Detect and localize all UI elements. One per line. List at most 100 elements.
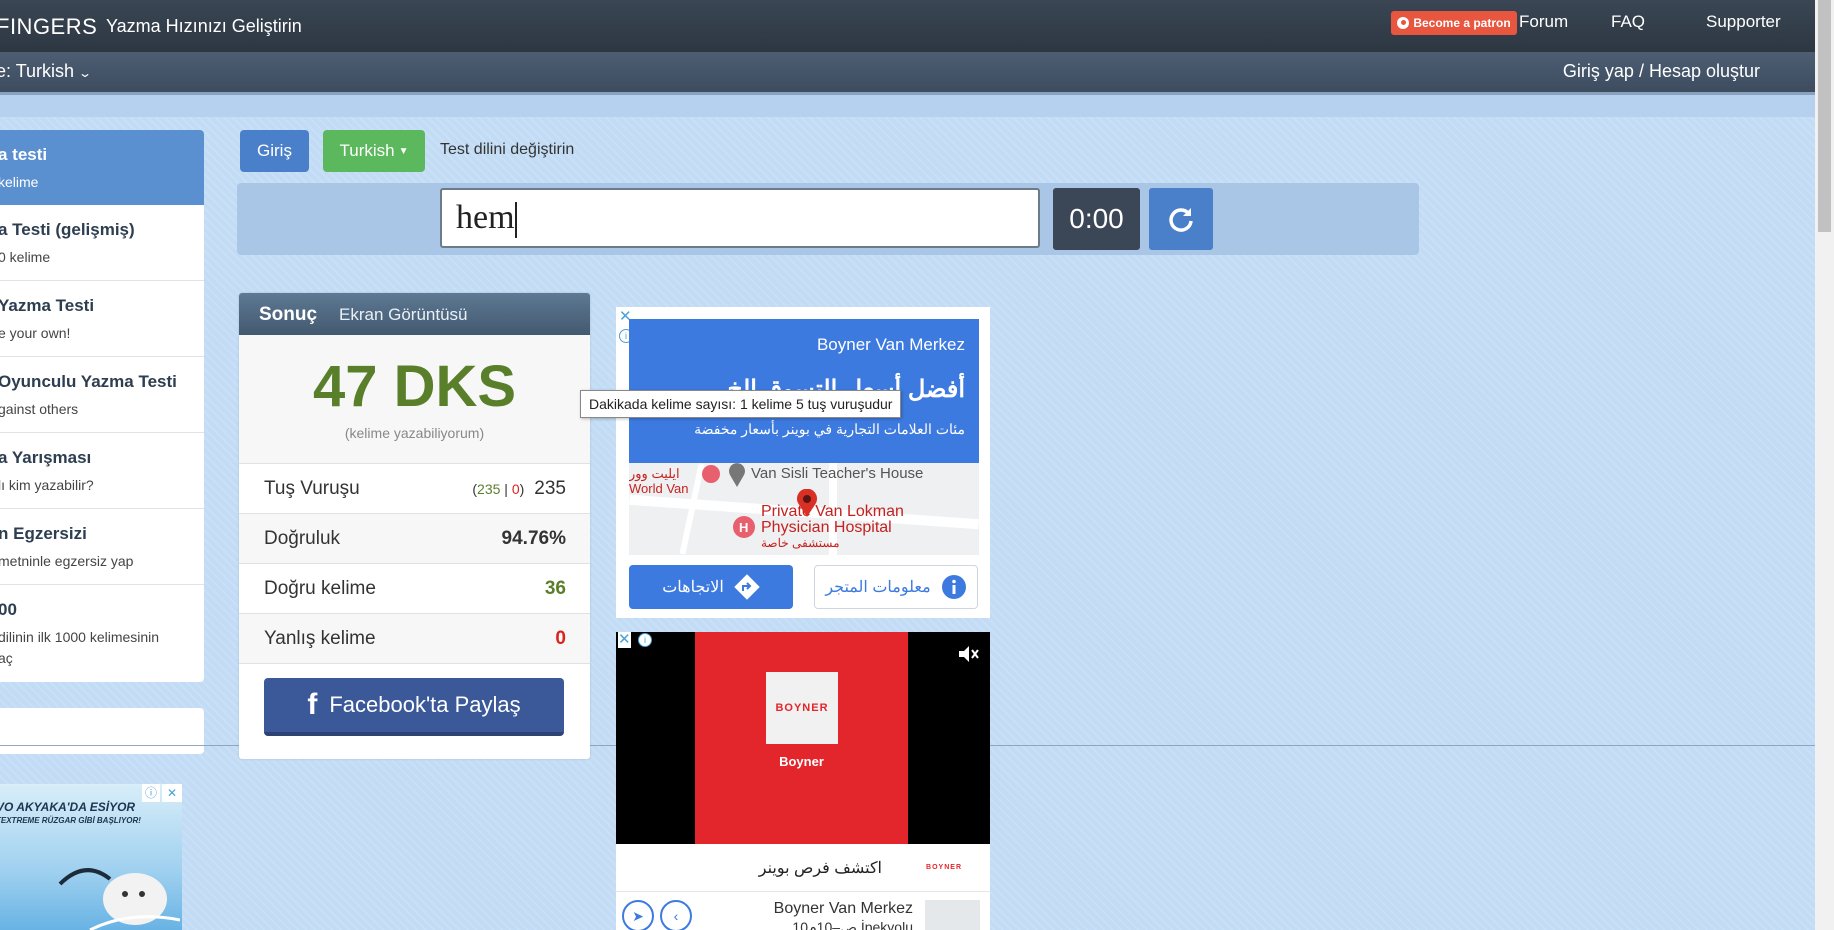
accuracy-row: Doğruluk 94.76% [239, 514, 590, 564]
tab-result[interactable]: Sonuç [259, 304, 317, 326]
wrong-words-label: Yanlış kelime [264, 628, 376, 649]
restart-button[interactable] [1149, 188, 1213, 250]
wrong-words-value: 0 [555, 628, 566, 649]
back-round-button[interactable]: ‹ [660, 900, 692, 930]
map-marker-icon [797, 489, 817, 517]
sidebar-item-title: a testi [0, 145, 48, 164]
nav-faq[interactable]: FAQ [1611, 12, 1645, 32]
typing-input[interactable]: hem [440, 188, 1040, 248]
site-logo[interactable]: FINGERS [0, 14, 97, 40]
site-tagline: Yazma Hızınızı Geliştirin [106, 16, 302, 36]
left-ad-headline: VO AKYAKA'DA ESİYOR [0, 800, 136, 814]
ad-info-icon[interactable]: ⓘ [142, 784, 160, 802]
test-language-button[interactable]: Turkish ▼ [323, 130, 425, 172]
accuracy-value: 94.76% [501, 528, 566, 549]
video-ad[interactable]: BOYNER Boyner ✕ i اكتشف فرص بوينر BOYNER… [616, 632, 990, 930]
store-map-ad[interactable]: ✕ i Boyner Van Merkez أفضل أسعار التسوق … [616, 307, 990, 618]
hospital-pin-icon: H [733, 516, 755, 538]
sidebar-item-multiplayer-test[interactable]: Oyunculu Yazma Testi gainst others [0, 357, 204, 433]
map-label: World Van [629, 481, 689, 496]
login-button[interactable]: Giriş [240, 130, 309, 172]
sidebar-item-title: Yazma Testi [0, 296, 95, 315]
kitesurfer-dog-image [58, 868, 180, 930]
ad-brand-name: Boyner [779, 754, 824, 769]
keystrokes-label: Tuş Vuruşu [264, 478, 360, 499]
wpm-box: 47 DKS [239, 335, 590, 464]
patron-label: Become a patron [1413, 16, 1511, 30]
nav-forum[interactable]: Forum [1519, 12, 1568, 32]
mute-icon[interactable] [956, 642, 980, 666]
sidebar-item-subtitle: metninle egzersiz yap [0, 553, 134, 569]
ad-video-frame: BOYNER Boyner [695, 632, 908, 844]
ad-small-logo: BOYNER [926, 864, 962, 871]
sidebar-item-typing-test[interactable]: a testi kelime [0, 130, 204, 205]
sidebar-item-custom-test[interactable]: Yazma Testi e your own! [0, 281, 204, 357]
results-header: Sonuç Ekran Görüntüsü [239, 293, 590, 335]
text-cursor [514, 202, 517, 239]
accuracy-label: Doğruluk [264, 528, 341, 549]
divider [616, 891, 990, 892]
wpm-tooltip: Dakikada kelime sayısı: 1 kelime 5 tuş v… [580, 390, 902, 418]
page-scrollbar[interactable] [1815, 0, 1834, 930]
ad-close-icon[interactable]: ✕ [618, 632, 631, 648]
map-label: ايليت وور [629, 466, 680, 481]
tab-screenshot[interactable]: Ekran Görüntüsü [339, 305, 468, 325]
sidebar-item-subtitle: lı kim yazabilir? [0, 477, 94, 493]
boyner-logo: BOYNER [766, 672, 838, 744]
sidebar-secondary-box [0, 708, 204, 754]
login-register-link[interactable]: Giriş yap / Hesap oluştur [1563, 61, 1760, 82]
ad-store-name: Boyner Van Merkez [816, 335, 965, 354]
correct-words-row: Doğru kelime 36 [239, 564, 590, 614]
ad-store-location: 10ص–10م İpekyolu [792, 919, 913, 930]
ad-subline: مئات العلامات التجارية في بوينر بأسعار م… [694, 421, 965, 437]
chevron-down-icon: ⌄ [78, 66, 93, 80]
typing-input-value: hem [456, 199, 515, 236]
sidebar-item-title: 00 [0, 600, 17, 619]
directions-button[interactable]: الاتجاهات [629, 565, 793, 609]
become-patron-button[interactable]: Become a patron [1391, 11, 1517, 35]
directions-round-button[interactable]: ➤ [622, 900, 654, 930]
sidebar-item-subtitle: 0 kelime [0, 249, 51, 265]
ad-store-name: Boyner Van Merkez [773, 900, 913, 917]
left-ad-subline: TEXTREME RÜZGAR GİBİ BAŞLIYOR! [0, 816, 141, 825]
ad-close-icon[interactable]: ✕ [162, 784, 182, 802]
keystrokes-separator: | [504, 481, 508, 497]
facebook-icon: f [307, 688, 318, 721]
scrollbar-thumb[interactable] [1818, 0, 1831, 232]
location-pin-icon [729, 463, 745, 487]
refresh-icon [1169, 208, 1193, 232]
sidebar-item-top-1000[interactable]: 00 dilinin ilk 1000 kelimesinin aç [0, 585, 204, 682]
correct-words-value: 36 [544, 578, 566, 599]
directions-label: الاتجاهات [662, 579, 724, 596]
test-language-label: Turkish [339, 141, 395, 160]
caret-down-icon: ▼ [398, 145, 409, 157]
facebook-share-button[interactable]: f Facebook'ta Paylaş [264, 678, 564, 736]
keystrokes-total: 235 [534, 478, 566, 499]
store-info-label: معلومات المتجر [825, 579, 931, 596]
correct-words-label: Doğru kelime [264, 578, 376, 599]
sidebar-item-competition[interactable]: a Yarışması lı kim yazabilir? [0, 433, 204, 509]
sidebar-item-advanced-test[interactable]: a Testi (gelişmiş) 0 kelime [0, 205, 204, 281]
keystrokes-breakdown: (235 | 0) [472, 481, 524, 497]
header-band [0, 95, 1815, 117]
keystrokes-wrong: 0 [511, 481, 520, 497]
map-label: Van Sisli Teacher's House [751, 465, 924, 482]
ad-video[interactable]: BOYNER Boyner ✕ i [616, 632, 990, 844]
directions-icon [734, 574, 760, 600]
ad-cta-text: اكتشف فرص بوينر [758, 860, 882, 877]
interface-language-select[interactable]: e: Turkish ⌄ [0, 61, 93, 82]
hotel-pin-icon [702, 465, 720, 483]
sidebar-item-title: a Yarışması [0, 448, 92, 467]
store-info-button[interactable]: معلومات المتجر [814, 565, 978, 609]
sidebar-item-title: Oyunculu Yazma Testi [0, 372, 177, 391]
sidebar-item-subtitle: gainst others [0, 401, 79, 417]
left-ad-banner[interactable]: VO AKYAKA'DA ESİYOR TEXTREME RÜZGAR GİBİ… [0, 784, 182, 930]
ad-info-icon[interactable]: i [638, 633, 652, 647]
sidebar-item-text-practice[interactable]: n Egzersizi metninle egzersiz yap [0, 509, 204, 585]
change-test-language-label: Test dilini değiştirin [440, 141, 575, 158]
interface-language-label: e: Turkish [0, 61, 75, 81]
svg-text:H: H [739, 520, 748, 535]
top-navbar: FINGERS Yazma Hızınızı Geliştirin Become… [0, 0, 1815, 53]
ad-map[interactable]: Van Sisli Teacher's House ايليت وور Worl… [629, 463, 979, 555]
nav-supporter[interactable]: Supporter [1706, 12, 1781, 32]
